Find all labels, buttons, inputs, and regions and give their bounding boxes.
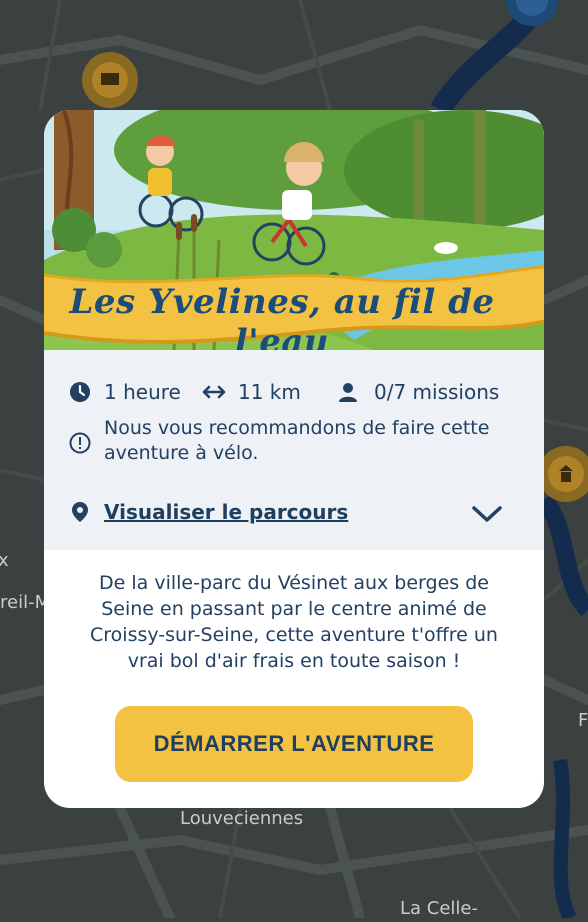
user-icon bbox=[336, 380, 360, 404]
start-adventure-button[interactable]: DÉMARRER L'AVENTURE bbox=[115, 706, 473, 782]
distance-stat: 11 km bbox=[202, 380, 301, 404]
route-link-row[interactable]: Visualiser le parcours bbox=[68, 500, 348, 524]
route-link[interactable]: Visualiser le parcours bbox=[104, 500, 348, 524]
title-banner: Les Yvelines, au fil de l'eau bbox=[44, 260, 544, 362]
info-circle-icon bbox=[68, 431, 92, 455]
map-label: La Celle- bbox=[400, 898, 478, 919]
recommendation-text: Nous vous recommandons de faire cette av… bbox=[104, 417, 490, 464]
recommendation-icon-wrap bbox=[68, 431, 92, 455]
map-label: x bbox=[0, 550, 9, 571]
map-label: Louveciennes bbox=[180, 808, 304, 829]
map-label: F bbox=[578, 710, 588, 731]
location-pin-icon bbox=[68, 500, 92, 524]
map-label: reil-M bbox=[0, 592, 51, 613]
map-pin-monument[interactable] bbox=[538, 446, 588, 502]
missions-stat: 0/7 missions bbox=[336, 380, 499, 404]
piano-icon bbox=[92, 62, 128, 98]
clock-icon bbox=[68, 380, 92, 404]
missions-value: 0/7 missions bbox=[374, 380, 500, 404]
monument-icon bbox=[548, 456, 584, 492]
chevron-down-icon[interactable] bbox=[470, 502, 504, 526]
map-pin-piano[interactable] bbox=[82, 52, 138, 108]
distance-value: 11 km bbox=[238, 380, 301, 404]
adventure-card: Les Yvelines, au fil de l'eau 1 heure 11… bbox=[44, 110, 544, 808]
double-arrow-icon bbox=[202, 380, 226, 404]
duration-stat: 1 heure bbox=[68, 380, 181, 404]
adventure-description: De la ville-parc du Vésinet aux berges d… bbox=[90, 572, 498, 672]
duration-value: 1 heure bbox=[104, 380, 181, 404]
